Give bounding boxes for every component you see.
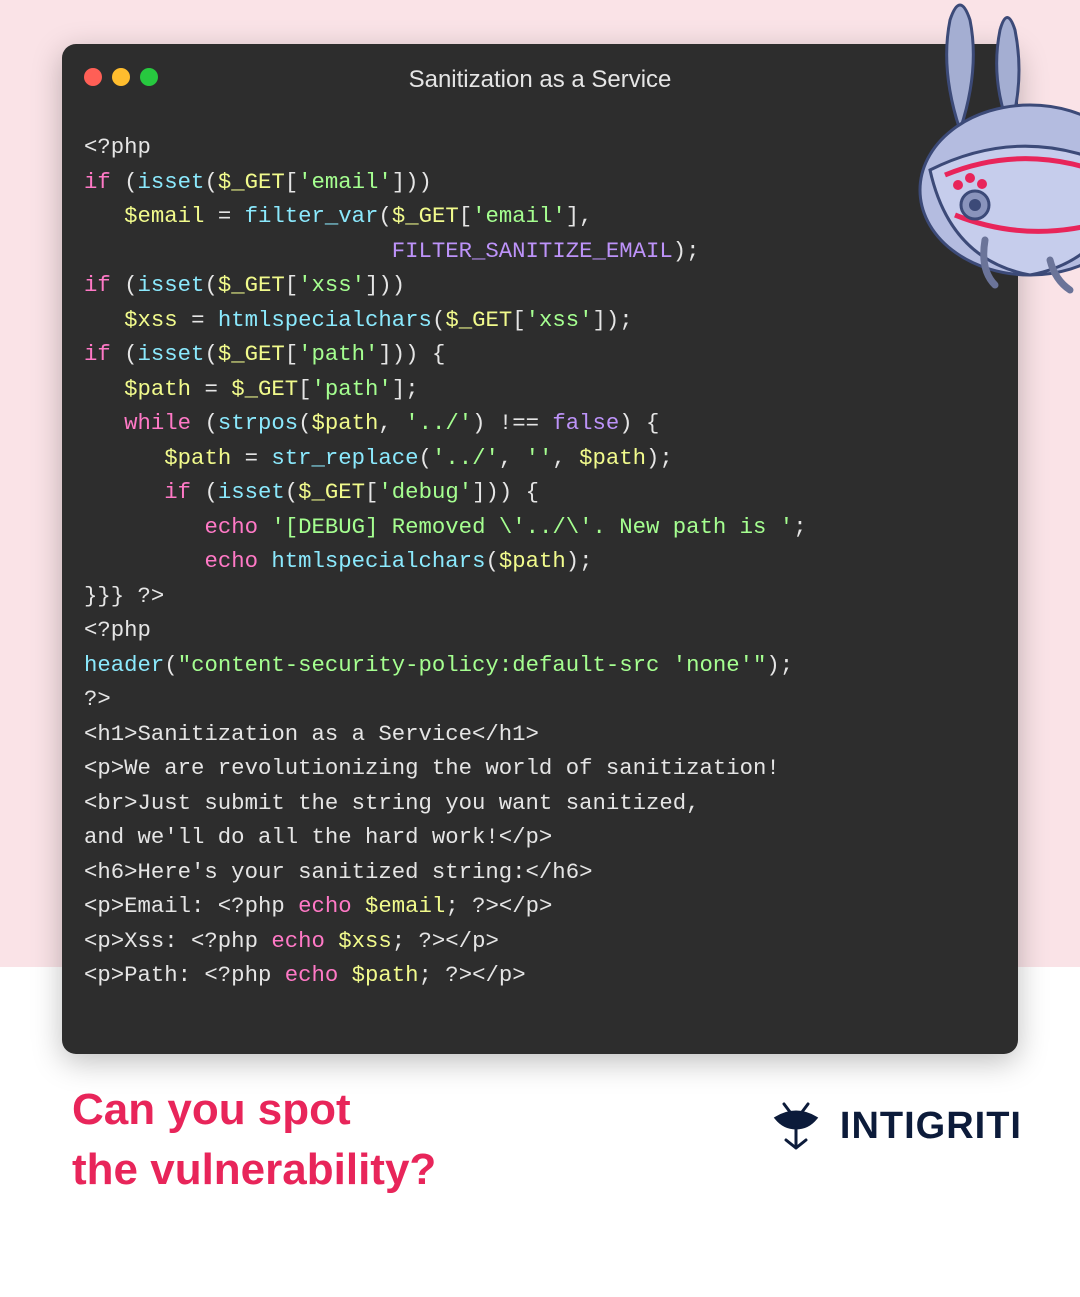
tagline-line1: Can you spot <box>72 1080 436 1140</box>
code-line: ; ?></p> <box>392 928 499 954</box>
kw: if <box>84 341 111 367</box>
const: FILTER_SANITIZE_EMAIL <box>392 238 673 264</box>
fn: isset <box>218 479 285 505</box>
var: $path <box>312 410 379 436</box>
var: $email <box>365 893 445 919</box>
code-line: and we'll do all the hard work!</p> <box>84 824 552 850</box>
tagline: Can you spot the vulnerability? <box>72 1080 436 1200</box>
const: false <box>552 410 619 436</box>
fn: isset <box>138 341 205 367</box>
fn: isset <box>138 272 205 298</box>
code-line: ; ?></p> <box>419 962 526 988</box>
code-line: ; ?></p> <box>445 893 552 919</box>
str: 'xss' <box>526 307 593 333</box>
code-line: <?php <box>84 134 151 160</box>
kw: echo <box>285 962 339 988</box>
var: $_GET <box>445 307 512 333</box>
str: 'path' <box>312 376 392 402</box>
str: 'email' <box>298 169 392 195</box>
str: 'xss' <box>298 272 365 298</box>
code-line: <p>Email: <?php <box>84 893 298 919</box>
var: $path <box>499 548 566 574</box>
var: $path <box>164 445 231 471</box>
fn: htmlspecialchars <box>218 307 432 333</box>
brand: INTIGRITI <box>766 1098 1022 1154</box>
var: $_GET <box>218 169 285 195</box>
code-line: <h6>Here's your sanitized string:</h6> <box>84 859 592 885</box>
code-block: <?php if (isset($_GET['email'])) $email … <box>84 130 996 993</box>
var: $xss <box>338 928 392 954</box>
kw: echo <box>204 548 258 574</box>
kw: if <box>84 272 111 298</box>
str: 'path' <box>298 341 378 367</box>
brand-name: INTIGRITI <box>840 1105 1022 1148</box>
code-line: <br>Just submit the string you want sani… <box>84 790 700 816</box>
var: $_GET <box>392 203 459 229</box>
kw: while <box>124 410 191 436</box>
fn: str_replace <box>271 445 418 471</box>
str: '[DEBUG] Removed \'../\'. New path is ' <box>271 514 793 540</box>
var: $xss <box>124 307 178 333</box>
kw: echo <box>204 514 258 540</box>
code-window: Sanitization as a Service <?php if (isse… <box>62 44 1018 1054</box>
window-title: Sanitization as a Service <box>62 66 1018 94</box>
var: $email <box>124 203 204 229</box>
code-line: <p>We are revolutionizing the world of s… <box>84 755 780 781</box>
code-line: ?> <box>84 686 111 712</box>
var: $_GET <box>218 272 285 298</box>
code-line: <h1>Sanitization as a Service</h1> <box>84 721 539 747</box>
str: "content-security-policy:default-src 'no… <box>178 652 767 678</box>
str: 'email' <box>472 203 566 229</box>
kw: if <box>164 479 191 505</box>
str: '../' <box>405 410 472 436</box>
var: $path <box>124 376 191 402</box>
code-line: <?php <box>84 617 151 643</box>
tagline-line2: the vulnerability? <box>72 1140 436 1200</box>
var: $_GET <box>298 479 365 505</box>
code-line: <p>Xss: <?php <box>84 928 271 954</box>
str: 'debug' <box>378 479 472 505</box>
kw: echo <box>271 928 325 954</box>
var: $_GET <box>231 376 298 402</box>
str: '' <box>526 445 553 471</box>
fn: header <box>84 652 164 678</box>
fn: isset <box>138 169 205 195</box>
var: $path <box>352 962 419 988</box>
fn: htmlspecialchars <box>271 548 485 574</box>
brand-logo-icon <box>766 1098 826 1154</box>
var: $path <box>579 445 646 471</box>
code-line: <p>Path: <?php <box>84 962 285 988</box>
str: '../' <box>432 445 499 471</box>
kw: echo <box>298 893 352 919</box>
fn: strpos <box>218 410 298 436</box>
kw: if <box>84 169 111 195</box>
var: $_GET <box>218 341 285 367</box>
code-line: }}} ?> <box>84 583 164 609</box>
fn: filter_var <box>245 203 379 229</box>
